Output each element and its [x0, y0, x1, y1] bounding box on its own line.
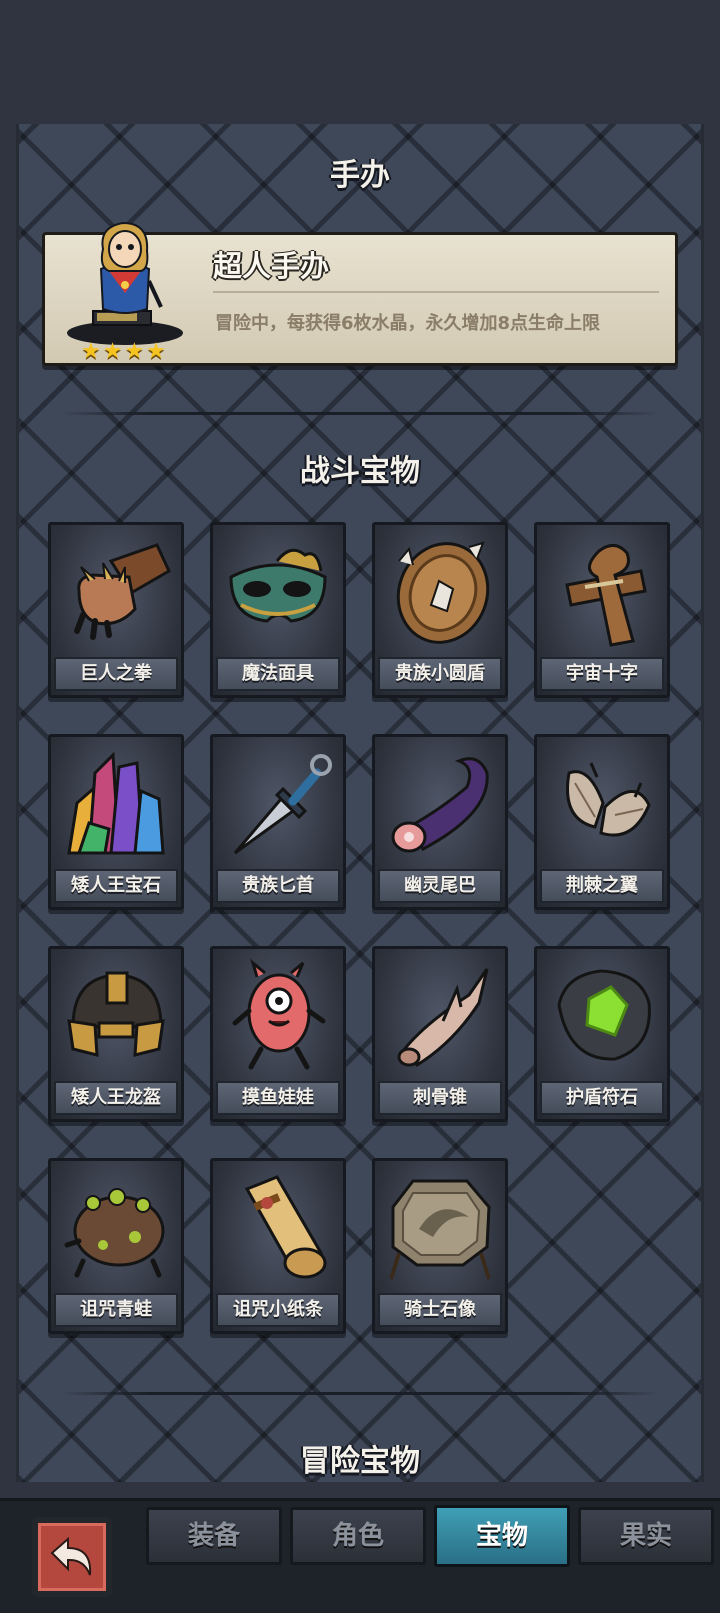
knight-statue-icon: [389, 1179, 491, 1280]
back-button[interactable]: [32, 1517, 112, 1597]
cursed-frog-icon: [64, 1188, 165, 1278]
treasure-item-label: 巨人之拳: [54, 657, 178, 691]
treasure-item[interactable]: 宇宙十字: [534, 522, 670, 698]
tab-character[interactable]: 角色: [290, 1507, 426, 1565]
adventure-treasures-title: 冒险宝物: [300, 1444, 420, 1479]
superhero-figure-icon: [67, 221, 183, 345]
bone-spike-icon: [397, 968, 489, 1067]
treasure-item[interactable]: 幽灵尾巴: [372, 734, 508, 910]
treasure-item[interactable]: 荆棘之翼: [534, 734, 670, 910]
tab-fruit[interactable]: 果实: [578, 1507, 714, 1565]
treasure-item-label: 骑士石像: [378, 1293, 502, 1327]
treasure-item[interactable]: 护盾符石: [534, 946, 670, 1122]
treasure-item[interactable]: 摸鱼娃娃: [210, 946, 346, 1122]
dwarf-helmet-icon: [67, 971, 165, 1057]
figure-section-title: 手办: [330, 158, 390, 193]
slacker-doll-icon: [232, 958, 326, 1070]
thorn-wings-icon: [566, 762, 651, 837]
treasure-item[interactable]: 贵族匕首: [210, 734, 346, 910]
treasure-item[interactable]: 巨人之拳: [48, 522, 184, 698]
treasure-item[interactable]: 魔法面具: [210, 522, 346, 698]
treasure-item[interactable]: 诅咒青蛙: [48, 1158, 184, 1334]
cursed-scroll-icon: [244, 1175, 327, 1279]
bottom-nav: 装备 角色 宝物 果实: [0, 1498, 720, 1613]
tab-equipment[interactable]: 装备: [146, 1507, 282, 1565]
cosmic-cross-icon: [565, 544, 647, 647]
gem-cluster-icon: [67, 751, 165, 855]
back-arrow-icon: [50, 1536, 92, 1576]
treasure-item[interactable]: 骑士石像: [372, 1158, 508, 1334]
treasure-item-label: 刺骨锥: [378, 1081, 502, 1115]
treasure-item[interactable]: 矮人王龙盔: [48, 946, 184, 1122]
treasure-item[interactable]: 矮人王宝石: [48, 734, 184, 910]
shield-rune-stone-icon: [557, 969, 651, 1061]
figure-name: 超人手办: [213, 249, 330, 283]
dagger-icon: [233, 754, 332, 855]
treasure-item-label: 摸鱼娃娃: [216, 1081, 340, 1115]
treasure-item-label: 矮人王宝石: [54, 869, 178, 903]
treasure-item[interactable]: 诅咒小纸条: [210, 1158, 346, 1334]
giant-fist-icon: [74, 543, 171, 640]
treasure-item-label: 诅咒青蛙: [54, 1293, 178, 1327]
figure-card[interactable]: ★★★★ 超人手办 冒险中，每获得6枚水晶，永久增加8点生命上限: [42, 221, 678, 366]
figure-description: 冒险中，每获得6枚水晶，永久增加8点生命上限: [215, 313, 601, 334]
treasure-item-label: 幽灵尾巴: [378, 869, 502, 903]
treasure-item-label: 贵族小圆盾: [378, 657, 502, 691]
treasure-item-label: 宇宙十字: [540, 657, 664, 691]
section-divider: [60, 412, 660, 415]
magic-mask-icon: [229, 548, 327, 623]
figure-star-rating: ★★★★: [81, 339, 168, 364]
tab-treasure[interactable]: 宝物: [434, 1505, 570, 1567]
section-divider: [60, 1392, 660, 1395]
treasure-item-label: 矮人王龙盔: [54, 1081, 178, 1115]
treasure-item-label: 魔法面具: [216, 657, 340, 691]
treasure-item-label: 护盾符石: [540, 1081, 664, 1115]
ghost-tail-icon: [391, 757, 489, 853]
treasure-item-label: 诅咒小纸条: [216, 1293, 340, 1327]
round-shield-icon: [396, 541, 490, 644]
treasure-item-label: 荆棘之翼: [540, 869, 664, 903]
treasure-item[interactable]: 刺骨锥: [372, 946, 508, 1122]
treasure-item-label: 贵族匕首: [216, 869, 340, 903]
battle-treasures-title: 战斗宝物: [300, 454, 420, 489]
figure-divider: [213, 291, 659, 293]
top-bar: [0, 0, 720, 124]
treasure-item[interactable]: 贵族小圆盾: [372, 522, 508, 698]
